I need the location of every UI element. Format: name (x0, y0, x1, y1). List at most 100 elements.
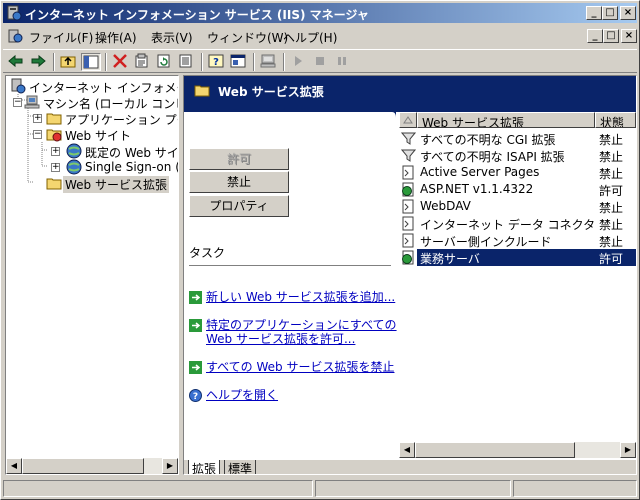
table-row[interactable]: WebDAV 禁止 (399, 198, 636, 215)
status-bar (3, 479, 637, 497)
maximize-button[interactable]: □ (602, 6, 618, 20)
refresh-icon (157, 54, 170, 68)
export-list-button[interactable] (177, 53, 197, 71)
close-icon: × (623, 7, 633, 18)
filter-icon (401, 132, 416, 145)
tree-expander-app-pools[interactable]: + (33, 114, 42, 123)
forward-button[interactable] (29, 53, 49, 71)
allow-for-application-link[interactable]: 特定のアプリケーションにすべての Web サービス拡張を許可... (189, 318, 399, 346)
child-restore-button[interactable]: □ (603, 29, 619, 43)
stop-icon (316, 57, 324, 65)
properties-button[interactable]: プロパティ (189, 195, 289, 217)
tree-expander-single-sign-on[interactable]: + (51, 163, 60, 172)
details-title: Web サービス拡張 (218, 85, 324, 99)
minimize-icon: _ (591, 7, 597, 18)
details-header: Web サービス拡張 (184, 76, 636, 112)
scroll-left-button[interactable]: ◀ (399, 442, 415, 458)
table-row-selected[interactable]: 業務サーバ 許可 (399, 249, 636, 266)
refresh-button[interactable] (155, 53, 175, 71)
child-close-button[interactable]: × (621, 29, 637, 43)
tree-item-label: 既定の Web サイト (85, 146, 179, 160)
server-computer-icon (24, 95, 40, 109)
prohibit-button[interactable]: 禁止 (189, 171, 289, 193)
table-row[interactable]: ASP.NET v1.1.4322 許可 (399, 181, 636, 198)
prohibit-all-link[interactable]: すべての Web サービス拡張を禁止 (189, 360, 399, 374)
toolbar-separator (283, 53, 285, 71)
scroll-right-button[interactable]: ▶ (162, 458, 178, 474)
table-row[interactable]: すべての不明な CGI 拡張 禁止 (399, 130, 636, 147)
document-allowed-icon (402, 182, 414, 197)
menu-bar: ファイル(F) 操作(A) 表示(V) ウィンドウ(W) ヘルプ(H) _ □ … (3, 25, 637, 47)
menu-help[interactable]: ヘルプ(H) (283, 29, 337, 46)
expand-icon: + (52, 162, 60, 172)
help-button[interactable]: ? (207, 53, 227, 71)
collapse-icon: − (34, 129, 42, 139)
scroll-thumb[interactable] (22, 458, 144, 474)
console-system-menu-icon[interactable] (7, 28, 23, 44)
tree-expander-default-site[interactable]: + (51, 147, 60, 156)
web-sites-folder-icon (46, 129, 62, 142)
tab-standard[interactable]: 標準 (224, 460, 257, 474)
menu-file[interactable]: ファイル(F) (29, 29, 93, 46)
console-tree[interactable]: インターネット インフォメーション − マシン名 (ローカル コンピュ + アプ… (5, 75, 179, 475)
back-arrow-icon (8, 54, 23, 68)
table-row[interactable]: すべての不明な ISAPI 拡張 禁止 (399, 147, 636, 164)
tree-expander-machine[interactable]: − (13, 98, 22, 107)
list-header-status[interactable]: 状態 (595, 112, 636, 128)
globe-icon (66, 143, 82, 159)
folder-icon (46, 113, 62, 125)
table-row[interactable]: サーバー側インクルード 禁止 (399, 232, 636, 249)
action-pane-icon (230, 54, 246, 68)
properties-button[interactable] (133, 53, 153, 71)
document-icon (402, 216, 414, 231)
minimize-button[interactable]: _ (586, 6, 602, 20)
window-title: インターネット インフォメーション サービス (IIS) マネージャ (25, 8, 369, 22)
open-help-link[interactable]: ? ヘルプを開く (189, 388, 399, 402)
list-header-icon-column[interactable] (399, 112, 417, 128)
filter-icon (401, 149, 416, 162)
scroll-thumb[interactable] (415, 442, 575, 458)
connect-computer-button[interactable] (259, 53, 279, 71)
close-button[interactable]: × (620, 6, 636, 20)
sort-ascending-icon (403, 116, 413, 124)
table-row[interactable]: Active Server Pages 禁止 (399, 164, 636, 181)
tab-extended[interactable]: 拡張 (188, 460, 221, 474)
console-tree-icon (83, 55, 99, 69)
add-extension-link[interactable]: 新しい Web サービス拡張を追加... (189, 290, 399, 304)
show-action-pane-button[interactable] (229, 53, 249, 71)
forward-arrow-icon (31, 54, 46, 68)
start-item-button[interactable] (289, 53, 309, 71)
delete-button[interactable] (111, 53, 131, 71)
menu-window[interactable]: ウィンドウ(W) (207, 29, 288, 46)
title-bar[interactable]: インターネット インフォメーション サービス (IIS) マネージャ _ □ × (3, 3, 637, 23)
restore-icon: □ (606, 30, 616, 41)
show-hide-tree-button[interactable] (81, 53, 101, 71)
up-one-level-button[interactable] (59, 53, 79, 71)
child-minimize-button[interactable]: _ (587, 29, 603, 43)
tree-expander-web-sites[interactable]: − (33, 130, 42, 139)
folder-up-icon (60, 56, 76, 68)
table-row[interactable]: インターネット データ コネクタ 禁止 (399, 215, 636, 232)
toolbar-separator (105, 53, 107, 71)
list-header-name[interactable]: Web サービス拡張 (417, 112, 595, 128)
extensions-list[interactable]: Web サービス拡張 状態 すべての不明な CGI 拡張 禁止 すべての不明な … (399, 112, 636, 456)
scroll-right-button[interactable]: ▶ (620, 442, 636, 458)
tree-item-label: Web サイト (65, 129, 131, 143)
green-arrow-icon (189, 361, 202, 374)
expand-icon: + (34, 113, 42, 123)
pause-item-button[interactable] (333, 53, 353, 71)
arrow-right-icon: ▶ (624, 445, 632, 454)
arrow-left-icon: ◀ (10, 461, 18, 470)
document-icon (402, 233, 414, 248)
menu-view[interactable]: 表示(V) (151, 29, 193, 46)
tree-horizontal-scrollbar[interactable]: ◀ ▶ (6, 458, 178, 474)
scroll-left-button[interactable]: ◀ (6, 458, 22, 474)
menu-action[interactable]: 操作(A) (95, 29, 137, 46)
iis-root-icon (11, 78, 26, 94)
allow-button[interactable]: 許可 (189, 148, 289, 170)
stop-item-button[interactable] (311, 53, 331, 71)
list-horizontal-scrollbar[interactable]: ◀ ▶ (399, 442, 636, 458)
maximize-icon: □ (605, 7, 615, 18)
tree-item-label: マシン名 (ローカル コンピュ (43, 97, 178, 111)
back-button[interactable] (7, 53, 27, 71)
